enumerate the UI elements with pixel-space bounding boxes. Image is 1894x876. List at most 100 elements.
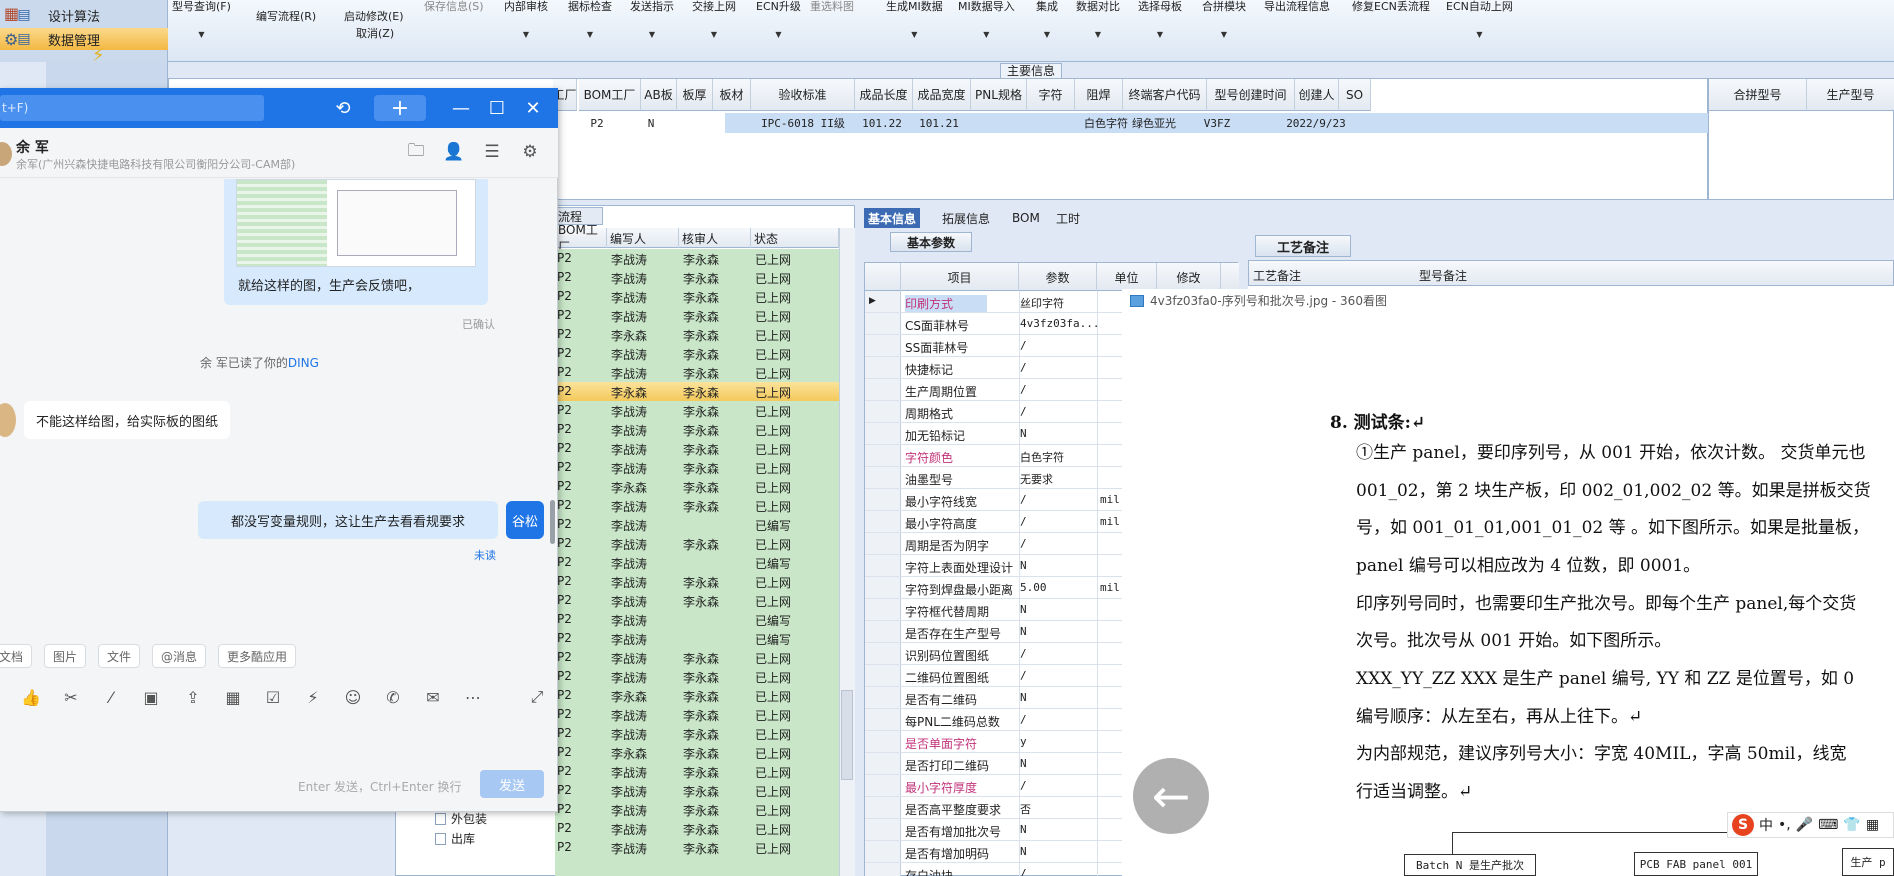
table-row[interactable]: P2 李战涛 李永森 已上网 [555,667,839,686]
mi-import-button[interactable]: MI数据导入 ▼ [958,0,1015,42]
table-row[interactable]: P2 李战涛 李永森 已上网 [555,287,839,306]
table-row[interactable]: P2 李永森 李永森 已上网 [555,686,839,705]
header-bom-factory[interactable]: BOM工厂 [579,79,641,111]
avatar[interactable] [0,142,12,166]
table-row[interactable]: P2 李战涛 李永森 已上网 [555,572,839,591]
header-customer[interactable]: 终端客户代码 [1123,79,1207,111]
table-row[interactable]: P2 李战涛 李永森 已上网 [555,363,839,382]
scissors-icon[interactable]: ✂ [60,686,82,708]
handover-online-button[interactable]: 交接上网 ▼ [692,0,736,42]
header-status[interactable]: 状态 [751,228,839,248]
keyboard-icon[interactable]: ⌨ [1818,817,1838,833]
header-item[interactable]: 项目 [901,263,1019,291]
data-compare-button[interactable]: 数据对比 ▼ [1076,0,1120,42]
table-row[interactable]: P2 李战涛 李永森 已上网 [555,439,839,458]
header-so[interactable]: SO [1339,79,1371,111]
minimize-icon[interactable]: — [448,96,474,120]
header-writer[interactable]: 编写人 [607,228,679,248]
header-material[interactable]: 板材 [713,79,751,111]
ecn-auto-online-button[interactable]: ECN自动上网 ▼ [1446,0,1513,42]
send-button[interactable]: 发送 [480,770,544,798]
reselect-material-button[interactable]: 重选料图 [810,0,854,14]
mail-icon[interactable]: ✉ [422,686,444,708]
chat-scrollbar[interactable] [550,500,555,544]
table-row[interactable]: P2 李战涛 李永森 已上网 [555,534,839,553]
table-row[interactable]: P2 李战涛 李永森 已上网 [555,819,839,838]
maximize-icon[interactable]: ☐ [484,96,510,120]
write-flow-button[interactable]: 编写流程(R) [256,10,316,24]
table-row[interactable]: P2 李战涛 李永森 已上网 [555,344,839,363]
cancel-button[interactable]: 取消(Z) [356,27,394,41]
table-row[interactable]: P2 李战涛 李永森 已上网 [555,306,839,325]
table-row[interactable]: P2 李战涛 李永森 已上网 [555,724,839,743]
thumbs-up-icon[interactable]: 👍 [20,686,42,708]
table-row[interactable]: P2 李战涛 李永森 已上网 [555,420,839,439]
table-row[interactable]: P2 李战涛 李永森 已上网 [555,268,839,287]
grid-menu-icon[interactable]: ▦ [1866,817,1879,833]
header-production-model[interactable]: 生产型号 [1807,79,1894,111]
header-model-note[interactable]: 型号备注 [1419,267,1467,284]
header-creator[interactable]: 创建人 [1295,79,1339,111]
avatar[interactable] [0,403,16,437]
generate-mi-button[interactable]: 生成MI数据 ▼ [886,0,943,42]
header-bom-factory[interactable]: BOM工厂 [555,223,607,254]
input-hint[interactable]: Enter 发送，Ctrl+Enter 换行 [298,778,461,795]
checklist-icon[interactable]: ☑ [262,686,284,708]
table-row[interactable]: P2 李战涛 已编写 [555,610,839,629]
header-modify[interactable]: 修改 [1157,263,1221,291]
table-row[interactable]: P2 李战涛 李永森 已上网 [555,401,839,420]
shirt-icon[interactable]: 👕 [1843,817,1860,833]
contact-name[interactable]: 余 军 [16,137,49,157]
header-thickness[interactable]: 板厚 [677,79,713,111]
table-row[interactable]: P2 李战涛 李永森 已上网 [555,591,839,610]
table-row[interactable]: P2 李战涛 李永森 已上网 [555,648,839,667]
outgoing-message[interactable]: 都没写变量规则，这让生产去看看规要求 [198,501,498,539]
slash-command-icon[interactable]: ⁄ [100,686,122,708]
quick-doc[interactable]: 文档 [0,644,33,668]
header-solder[interactable]: 阻焊 [1075,79,1123,111]
export-flow-button[interactable]: 导出流程信息 [1264,0,1330,14]
check-button[interactable]: 据标检查 ▼ [568,0,612,42]
table-row[interactable]: P2 李战涛 李永森 已上网 [555,762,839,781]
header-length[interactable]: 成品长度 [855,79,913,111]
table-row[interactable]: P2 李战涛 李永森 已上网 [555,800,839,819]
start-edit-button[interactable]: 启动修改(E) [344,10,404,24]
image-thumbnail[interactable] [236,179,476,267]
quick-mention[interactable]: @消息 [152,644,207,668]
tab-basic-params[interactable]: 基本参数 [890,232,972,252]
search-list-icon[interactable]: ☰ [480,140,504,164]
fix-ecn-button[interactable]: 修复ECN丢流程 [1352,0,1430,14]
table-row[interactable]: P2 李战涛 李永森 已上网 [555,458,839,477]
emoji-icon[interactable]: ☺ [342,686,364,708]
table-row[interactable]: P2 李战涛 李永森 已上网 [555,705,839,724]
table-row[interactable]: P2 李战涛 已编写 [555,629,839,648]
table-row[interactable]: P2 李战涛 李永森 已上网 [555,838,839,857]
table-row[interactable]: P2 李战涛 李永森 已上网 [555,249,839,268]
send-instruction-button[interactable]: 发送指示 ▼ [630,0,674,42]
tab-hours[interactable]: 工时 [1052,208,1084,228]
gear-icon[interactable]: ⚙ [518,140,542,164]
table-row[interactable]: P2 李永森 李永森 已上网 [555,743,839,762]
incoming-message[interactable]: 不能这样给图，给实际板的图纸 [24,401,231,439]
header-merge-model[interactable]: 合拼型号 [1709,79,1807,111]
table-row[interactable]: P2 李永森 李永森 已上网 [555,382,839,401]
header-reviewer[interactable]: 核审人 [679,228,751,248]
unread-status[interactable]: 未读 [474,547,496,563]
table-row[interactable]: P2 李战涛 已编写 [555,553,839,572]
tree-item-outer-pack[interactable]: 外包装 [435,810,487,827]
calendar-icon[interactable]: ▦ [222,686,244,708]
upload-icon[interactable]: ⇪ [182,686,204,708]
tab-basic-info[interactable]: 基本信息 [864,208,921,228]
header-created-time[interactable]: 型号创建时间 [1207,79,1295,111]
expand-icon[interactable]: ⤢ [526,686,548,708]
header-width[interactable]: 成品宽度 [913,79,971,111]
table-row[interactable]: P2 李战涛 已编写 [555,515,839,534]
integrate-button[interactable]: 集成 ▼ [1036,0,1058,42]
lightning-icon[interactable]: ⚡ [302,686,324,708]
avatar[interactable]: 谷松 [506,501,544,539]
table-row[interactable]: P2 李战涛 李永森 已上网 [555,496,839,515]
tab-extended-info[interactable]: 拓展信息 [938,208,994,228]
ime-toolbar[interactable]: S 中 •, 🎤 ⌨ 👕 ▦ [1727,812,1894,838]
phone-icon[interactable]: ✆ [382,686,404,708]
close-icon[interactable]: ✕ [520,96,546,120]
